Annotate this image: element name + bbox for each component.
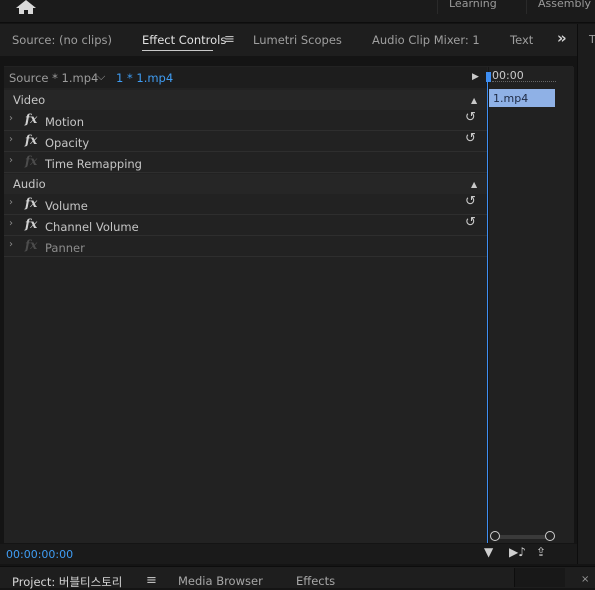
section-header-video[interactable]: [4, 90, 487, 110]
play-triangle-icon[interactable]: ▶: [472, 72, 479, 82]
playhead-line[interactable]: [487, 73, 488, 543]
section-label-video: Video: [13, 93, 46, 107]
mini-timeline[interactable]: [488, 67, 574, 543]
tab-effect-controls[interactable]: Effect Controls: [142, 33, 226, 47]
workspace-divider: [437, 0, 438, 14]
collapse-up-icon[interactable]: ▲: [471, 180, 477, 189]
double-chevron-right-icon[interactable]: »: [557, 29, 567, 47]
effect-name-channel-volume: Channel Volume: [45, 220, 139, 234]
close-icon[interactable]: ×: [581, 574, 589, 585]
fx-icon[interactable]: fx: [25, 112, 37, 126]
source-clip-label[interactable]: Source * 1.mp4: [9, 71, 98, 85]
export-icon[interactable]: ⇪: [536, 545, 546, 559]
active-clip-label[interactable]: 1 * 1.mp4: [116, 71, 173, 85]
section-header-audio[interactable]: [4, 174, 487, 194]
chevron-right-icon[interactable]: ›: [9, 113, 13, 124]
time-ruler[interactable]: [492, 81, 556, 88]
tab-text[interactable]: Text: [510, 33, 533, 47]
tab-effects[interactable]: Effects: [296, 574, 335, 588]
hamburger-menu-icon[interactable]: ≡: [146, 573, 157, 588]
effect-name-opacity: Opacity: [45, 136, 90, 150]
timeline-clip-label: 1.mp4: [493, 92, 529, 105]
reset-icon[interactable]: ↺: [465, 194, 476, 209]
chevron-right-icon[interactable]: ›: [9, 197, 13, 208]
fx-icon: fx: [25, 238, 38, 252]
workspace-bar: [0, 0, 595, 23]
fx-icon[interactable]: fx: [25, 133, 37, 147]
chevron-right-icon[interactable]: ›: [9, 239, 13, 250]
lower-panel-header-box: [514, 568, 565, 587]
fx-icon[interactable]: fx: [25, 196, 37, 210]
zoom-handle-left[interactable]: [490, 531, 500, 541]
chevron-right-icon[interactable]: ›: [9, 134, 13, 145]
playhead-handle[interactable]: [486, 72, 491, 82]
collapse-up-icon[interactable]: ▲: [471, 96, 477, 105]
effect-name-motion: Motion: [45, 115, 84, 129]
effect-name-volume: Volume: [45, 199, 88, 213]
zoom-handle-right[interactable]: [545, 531, 555, 541]
tab-source-monitor[interactable]: Source: (no clips): [12, 33, 112, 47]
hamburger-menu-icon[interactable]: ≡: [224, 32, 235, 47]
home-icon[interactable]: [14, 0, 38, 14]
play-audio-icon[interactable]: ▶♪: [509, 545, 526, 559]
reset-icon[interactable]: ↺: [465, 110, 476, 125]
chevron-down-icon[interactable]: ⌵: [97, 70, 105, 84]
effect-name-time-remapping: Time Remapping: [45, 157, 142, 171]
right-panel-edge: [577, 24, 595, 564]
reset-icon[interactable]: ↺: [465, 131, 476, 146]
current-timecode[interactable]: 00:00:00:00: [6, 548, 73, 561]
section-label-audio: Audio: [13, 177, 46, 191]
fx-icon[interactable]: fx: [25, 217, 37, 231]
zoom-scrollbar[interactable]: [493, 535, 550, 539]
effect-name-panner: Panner: [45, 241, 85, 255]
tab-project[interactable]: Project: 버블티스토리: [12, 574, 122, 590]
tab-lumetri-scopes[interactable]: Lumetri Scopes: [253, 33, 342, 47]
right-panel-tab-label[interactable]: T: [589, 33, 595, 46]
workspace-tab-learning[interactable]: Learning: [449, 0, 497, 10]
workspace-tab-assembly[interactable]: Assembly: [538, 0, 591, 10]
tab-audio-clip-mixer[interactable]: Audio Clip Mixer: 1: [372, 33, 480, 47]
fx-icon: fx: [25, 154, 38, 168]
tab-media-browser[interactable]: Media Browser: [178, 574, 263, 588]
active-tab-underline: [142, 50, 213, 51]
chevron-right-icon[interactable]: ›: [9, 218, 13, 229]
workspace-divider: [526, 0, 527, 14]
filter-icon[interactable]: ▼: [484, 545, 493, 559]
reset-icon[interactable]: ↺: [465, 215, 476, 230]
chevron-right-icon[interactable]: ›: [9, 155, 13, 166]
